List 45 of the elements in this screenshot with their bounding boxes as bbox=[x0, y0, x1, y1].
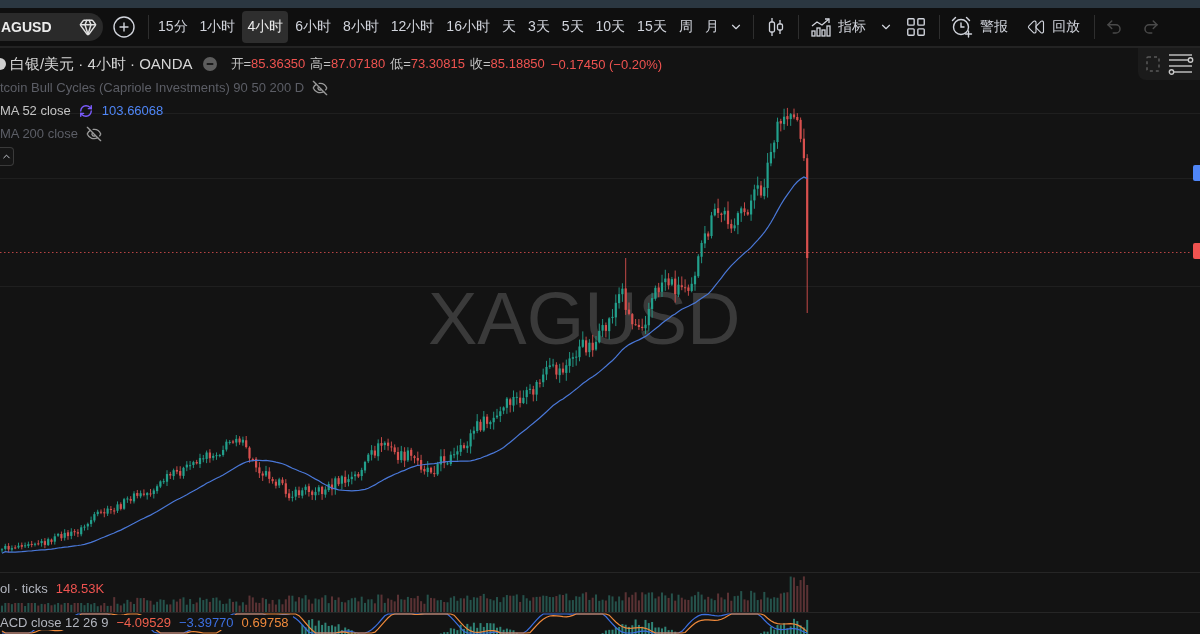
interval-tab[interactable]: 16小时 bbox=[441, 11, 495, 43]
interval-tab[interactable]: 4小时 bbox=[242, 11, 289, 43]
minus-circle-icon[interactable] bbox=[202, 57, 217, 71]
symbol-logo-icon bbox=[0, 58, 6, 70]
grid-icon[interactable] bbox=[904, 16, 927, 38]
macd-label: ACD close 12 26 9 bbox=[0, 615, 109, 630]
ohlc-reading: 开=85.36350 bbox=[230, 55, 306, 73]
ohlc-reading: 收=85.18850 bbox=[470, 55, 545, 73]
price-marker-icon bbox=[1193, 165, 1200, 181]
chart-bars-icon bbox=[810, 17, 831, 37]
indicator-name: tcoin Bull Cycles (Capriole Investments) 90 50 200 D bbox=[0, 80, 305, 95]
candles-icon[interactable] bbox=[767, 17, 784, 37]
interval-tab[interactable]: 1小时 bbox=[194, 11, 241, 43]
rewind-icon bbox=[1026, 18, 1045, 36]
interval-tab[interactable]: 5天 bbox=[556, 11, 589, 43]
symbol-search-button[interactable]: AGUSD bbox=[0, 13, 103, 41]
volume-label: ol · ticks bbox=[0, 581, 48, 596]
interval-tab[interactable]: 3天 bbox=[522, 11, 555, 43]
macd-value: −4.09529 bbox=[116, 615, 171, 630]
interval-tab[interactable]: 12小时 bbox=[385, 11, 440, 43]
ohlc-reading: 低=73.30815 bbox=[390, 55, 465, 73]
interval-tab[interactable]: 8小时 bbox=[337, 11, 384, 43]
volume-value: 148.53K bbox=[55, 581, 105, 596]
interval-tab[interactable]: 15分 bbox=[153, 11, 193, 43]
dotted-square-icon[interactable] bbox=[1146, 56, 1160, 72]
sliders-icon[interactable] bbox=[1168, 53, 1194, 75]
indicators-button[interactable]: 指标 bbox=[810, 11, 866, 43]
interval-tab[interactable]: 15天 bbox=[632, 11, 672, 43]
diamond-icon bbox=[79, 18, 97, 36]
symbol-title: 白银/美元 · 4小时 · OANDA bbox=[10, 54, 193, 74]
interval-tab[interactable]: 6小时 bbox=[290, 11, 336, 43]
eye-off-icon[interactable] bbox=[312, 79, 329, 96]
alert-button[interactable]: 警报 bbox=[950, 11, 1008, 43]
interval-tab[interactable]: 10天 bbox=[590, 11, 631, 43]
plus-circle-icon[interactable] bbox=[112, 15, 136, 39]
alarm-clock-icon bbox=[950, 16, 973, 38]
interval-tab[interactable]: 天 bbox=[496, 11, 521, 43]
price-marker-icon bbox=[1193, 243, 1200, 259]
price-change: −0.17450 (−0.20%) bbox=[550, 56, 663, 72]
interval-tab[interactable]: 月 bbox=[699, 11, 724, 43]
macd-value: 0.69758 bbox=[241, 615, 289, 630]
ohlc-reading: 高=87.07180 bbox=[310, 55, 386, 73]
macd-value: −3.39770 bbox=[179, 615, 234, 630]
replay-button[interactable]: 回放 bbox=[1026, 11, 1080, 43]
interval-tab[interactable]: 周 bbox=[673, 11, 698, 43]
